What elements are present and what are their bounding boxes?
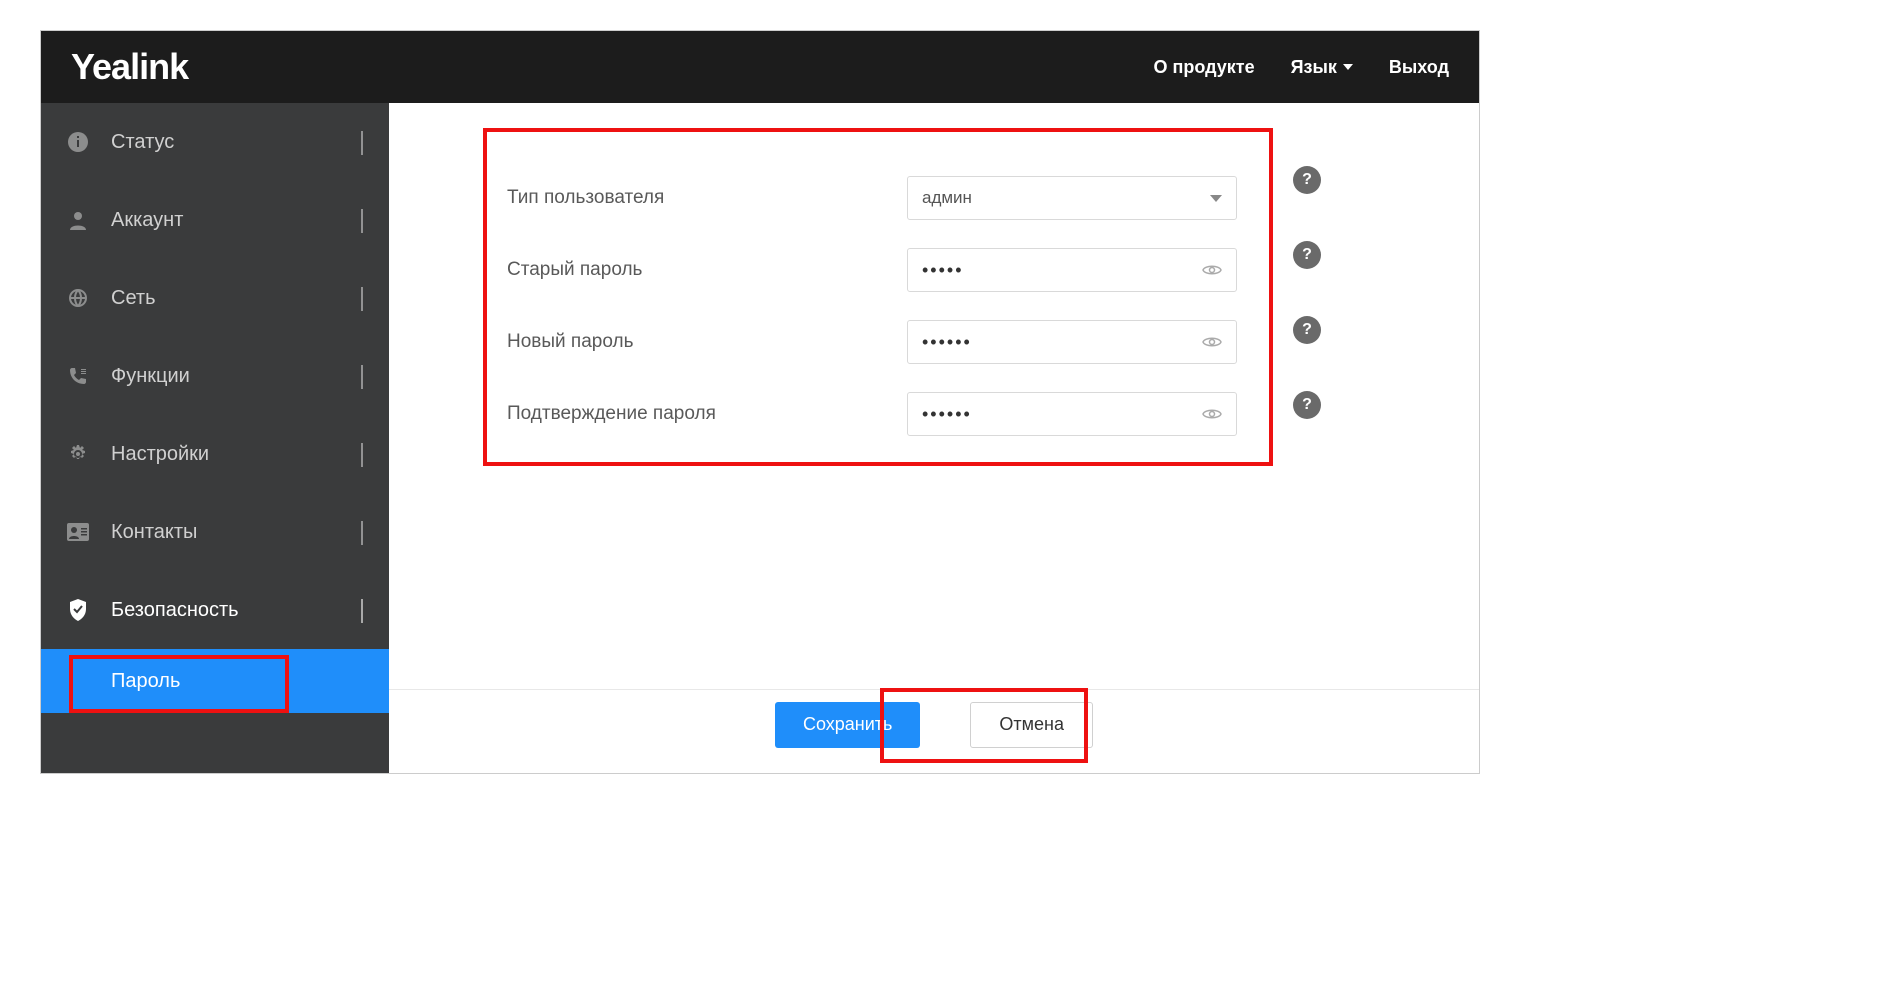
user-type-value: админ [922, 188, 972, 208]
sidebar-item-label: Аккаунт [111, 209, 183, 232]
chevron-up-icon [361, 599, 363, 622]
info-icon [67, 131, 89, 153]
save-button[interactable]: Сохранить [775, 702, 920, 748]
help-icon[interactable]: ? [1293, 241, 1321, 269]
contacts-icon [67, 521, 89, 543]
sidebar-item-label: Статус [111, 131, 174, 154]
user-type-select[interactable]: админ [907, 176, 1237, 220]
sidebar: Статус Аккаунт Сеть [41, 103, 389, 773]
phone-icon [67, 365, 89, 387]
footer: Сохранить Отмена [389, 689, 1479, 759]
confirm-password-input[interactable] [907, 392, 1237, 436]
sidebar-item-label: Сеть [111, 287, 155, 310]
eye-icon[interactable] [1202, 407, 1222, 421]
old-password-label: Старый пароль [507, 259, 907, 281]
chevron-down-icon [1343, 64, 1353, 70]
shield-icon [67, 599, 89, 621]
sidebar-item-network[interactable]: Сеть [41, 259, 389, 337]
sidebar-item-label: Настройки [111, 443, 209, 466]
chevron-down-icon [361, 521, 363, 544]
sidebar-item-settings[interactable]: Настройки [41, 415, 389, 493]
chevron-down-icon [1210, 195, 1222, 202]
header: Yealink О продукте Язык Выход [41, 31, 1479, 103]
confirm-password-label: Подтверждение пароля [507, 403, 907, 425]
sidebar-item-features[interactable]: Функции [41, 337, 389, 415]
sidebar-item-account[interactable]: Аккаунт [41, 181, 389, 259]
chevron-down-icon [361, 443, 363, 466]
sidebar-item-label: Безопасность [111, 599, 239, 622]
eye-icon[interactable] [1202, 335, 1222, 349]
logout-link[interactable]: Выход [1389, 57, 1449, 78]
help-icon[interactable]: ? [1293, 316, 1321, 344]
sidebar-item-label: Пароль [111, 670, 180, 693]
new-password-label: Новый пароль [507, 331, 907, 353]
new-password-field[interactable] [922, 332, 1202, 353]
help-icon[interactable]: ? [1293, 166, 1321, 194]
chevron-down-icon [361, 365, 363, 388]
cancel-button[interactable]: Отмена [970, 702, 1093, 748]
gear-icon [67, 443, 89, 465]
user-icon [67, 209, 89, 231]
sidebar-item-contacts[interactable]: Контакты [41, 493, 389, 571]
password-form-highlight: Тип пользователя админ Старый пароль [483, 128, 1273, 466]
globe-icon [67, 287, 89, 309]
help-icon[interactable]: ? [1293, 391, 1321, 419]
new-password-input[interactable] [907, 320, 1237, 364]
sidebar-item-security[interactable]: Безопасность [41, 571, 389, 649]
language-dropdown[interactable]: Язык [1291, 57, 1353, 78]
eye-icon[interactable] [1202, 263, 1222, 277]
sidebar-subitem-password[interactable]: Пароль [41, 649, 389, 713]
user-type-label: Тип пользователя [507, 187, 907, 209]
chevron-down-icon [361, 287, 363, 310]
confirm-password-field[interactable] [922, 404, 1202, 425]
sidebar-item-label: Контакты [111, 521, 197, 544]
old-password-field[interactable] [922, 260, 1202, 281]
sidebar-item-label: Функции [111, 365, 190, 388]
about-link[interactable]: О продукте [1153, 57, 1254, 78]
content-area: Тип пользователя админ Старый пароль [389, 103, 1479, 773]
old-password-input[interactable] [907, 248, 1237, 292]
chevron-down-icon [361, 209, 363, 232]
chevron-down-icon [361, 131, 363, 154]
brand-logo: Yealink [71, 46, 188, 88]
sidebar-item-status[interactable]: Статус [41, 103, 389, 181]
